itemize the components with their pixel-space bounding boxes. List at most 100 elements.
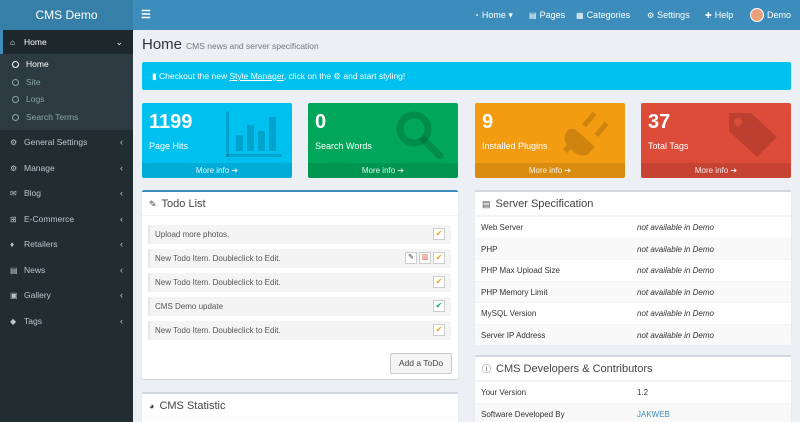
help-icon: ✚ xyxy=(705,11,712,20)
developers-panel-header: ⓘ CMS Developers & Contributors xyxy=(475,357,791,381)
table-row: Server IP Address not available in Demo xyxy=(475,323,791,345)
cart-icon: ⊞ xyxy=(10,214,17,224)
sidebar-toggle-icon[interactable]: ☰ xyxy=(141,0,151,30)
chevron-left-icon: ‹ xyxy=(120,290,123,300)
chevron-left-icon: ‹ xyxy=(120,213,123,224)
trash-icon[interactable]: ▥ xyxy=(419,252,431,264)
statistic-panel-header: ◕ CMS Statistic xyxy=(142,394,458,418)
todo-item[interactable]: Upload more photos. ✔ xyxy=(148,225,451,244)
sidebar-submenu: Home Site Logs Search Terms xyxy=(0,54,133,130)
logo[interactable]: CMS Demo xyxy=(0,0,133,30)
clipboard-icon: ✎ xyxy=(149,199,157,209)
tag-icon xyxy=(729,113,777,157)
gears-icon: ⚙ xyxy=(647,11,655,20)
table-row: PHP Max Upload Size not available in Demo xyxy=(475,259,791,281)
jakweb-link[interactable]: JAKWEB xyxy=(637,404,670,422)
search-icon xyxy=(396,111,444,159)
server-spec-panel-header: ▤ Server Specification xyxy=(475,192,791,216)
chevron-left-icon: ‹ xyxy=(120,315,123,326)
page-header: Home CMS news and server specification xyxy=(142,36,319,53)
brush-icon: ▮ xyxy=(152,71,160,81)
nav-help[interactable]: ✚ Help xyxy=(705,0,733,30)
server-icon: ▤ xyxy=(482,199,491,209)
newspaper-icon: ▤ xyxy=(10,265,18,275)
more-info-link[interactable]: More info ➔ xyxy=(641,163,791,178)
info-circle-icon: ⓘ xyxy=(482,364,492,374)
edit-icon[interactable]: ✎ xyxy=(405,252,417,264)
sidebar-subitem-home[interactable]: Home xyxy=(0,56,133,74)
chevron-left-icon: ‹ xyxy=(120,137,123,147)
image-icon: ▣ xyxy=(10,291,18,300)
more-info-link[interactable]: More info ➔ xyxy=(308,163,458,178)
nav-settings[interactable]: ⚙ Settings xyxy=(647,0,690,30)
todo-item[interactable]: New Todo Item. Doubleclick to Edit. ✔ xyxy=(148,321,451,340)
pie-chart-icon: ◕ xyxy=(149,401,155,411)
circle-icon xyxy=(12,61,19,68)
top-navbar: CMS Demo ☰ ◔ Home ▾ ▤ Pages ▦ Categories ⚙ S… xyxy=(0,0,800,30)
cog-icon: ⚙ xyxy=(10,163,18,173)
todo-item[interactable]: New Todo Item. Doubleclick to Edit. ✔ xyxy=(148,273,451,292)
circle-icon xyxy=(12,78,19,86)
page-subtitle: CMS news and server specification xyxy=(186,41,319,51)
style-manager-link[interactable]: Style Manager xyxy=(229,71,283,81)
sidebar-item-e-commerce[interactable]: ⊞ E-Commerce ‹ xyxy=(0,207,133,233)
server-spec-panel: ▤ Server Specification Web Server not avai… xyxy=(475,190,791,345)
todo-item[interactable]: CMS Demo update ✔ xyxy=(148,297,451,316)
sidebar-item-general-settings[interactable]: ⚙ General Settings ‹ xyxy=(0,130,133,156)
tachometer-icon: ◔ xyxy=(474,11,479,20)
file-icon: ▤ xyxy=(529,11,537,20)
sidebar-item-tags[interactable]: ◆ Tags ‹ xyxy=(0,309,133,335)
list-icon: ▦ xyxy=(576,11,584,20)
sidebar: ⌂ Home ⌄ Home Site Logs Search Terms ⚙ Gen… xyxy=(0,30,133,422)
caret-down-icon: ▾ xyxy=(508,10,513,20)
sidebar-item-home[interactable]: ⌂ Home ⌄ xyxy=(0,30,133,54)
chevron-left-icon: ‹ xyxy=(120,239,123,249)
more-info-link[interactable]: More info ➔ xyxy=(475,163,625,178)
nav-home[interactable]: ◔ Home ▾ xyxy=(474,0,513,30)
sidebar-subitem-search-terms[interactable]: Search Terms xyxy=(0,109,133,127)
marker-icon: ♦ xyxy=(10,240,15,249)
table-row: PHP not available in Demo xyxy=(475,237,791,259)
avatar xyxy=(750,7,764,22)
check-icon[interactable]: ✔ xyxy=(433,228,445,240)
table-row: MySQL Version not available in Demo xyxy=(475,302,791,324)
developers-panel: ⓘ CMS Developers & Contributors Your Vers… xyxy=(475,355,791,422)
table-row: Your Version 1.2 xyxy=(475,381,791,403)
sidebar-item-manage[interactable]: ⚙ Manage ‹ xyxy=(0,156,133,182)
tags-icon: ◆ xyxy=(10,316,17,326)
tile-search-words: 0 Search Words More info ➔ xyxy=(308,103,458,178)
sidebar-item-retailers[interactable]: ♦ Retailers ‹ xyxy=(0,232,133,258)
tile-page-hits: 1199 Page Hits More info ➔ xyxy=(142,103,292,178)
todo-panel: ✎ Todo List Upload more photos. ✔ New Tod… xyxy=(142,190,458,379)
home-icon: ⌂ xyxy=(10,38,15,47)
nav-pages[interactable]: ▤ Pages xyxy=(529,0,565,30)
table-row: Web Server not available in Demo xyxy=(475,216,791,238)
nav-user[interactable]: Demo xyxy=(750,0,791,30)
chevron-left-icon: ‹ xyxy=(120,162,123,173)
check-icon[interactable]: ✔ xyxy=(433,276,445,288)
sidebar-item-blog[interactable]: ✉ Blog ‹ xyxy=(0,181,133,207)
add-todo-button[interactable]: Add a ToDo xyxy=(390,353,452,374)
chevron-left-icon: ‹ xyxy=(120,264,123,275)
comments-icon: ✉ xyxy=(10,189,17,198)
check-icon[interactable]: ✔ xyxy=(433,252,445,264)
nav-categories[interactable]: ▦ Categories xyxy=(576,0,630,30)
todo-panel-header: ✎ Todo List xyxy=(142,192,458,216)
more-info-link[interactable]: More info ➔ xyxy=(142,163,292,178)
todo-item[interactable]: New Todo Item. Doubleclick to Edit. ✎ ▥ … xyxy=(148,249,451,268)
circle-icon xyxy=(12,96,19,103)
chevron-down-icon: ⌄ xyxy=(115,37,123,47)
plug-icon xyxy=(563,111,609,156)
sidebar-subitem-logs[interactable]: Logs xyxy=(0,91,133,109)
sidebar-item-news[interactable]: ▤ News ‹ xyxy=(0,258,133,284)
table-row: Software Developed By JAKWEB xyxy=(475,402,791,422)
sidebar-subitem-site[interactable]: Site xyxy=(0,74,133,92)
page-title: Home xyxy=(142,36,183,53)
check-icon[interactable]: ✔ xyxy=(433,324,445,336)
check-icon[interactable]: ✔ xyxy=(433,300,445,312)
circle-icon xyxy=(12,113,19,121)
tile-total-tags: 37 Total Tags More info ➔ xyxy=(641,103,791,178)
chevron-left-icon: ‹ xyxy=(120,188,123,198)
table-row: PHP Memory Limit not available in Demo xyxy=(475,280,791,302)
sidebar-item-gallery[interactable]: ▣ Gallery ‹ xyxy=(0,283,133,309)
